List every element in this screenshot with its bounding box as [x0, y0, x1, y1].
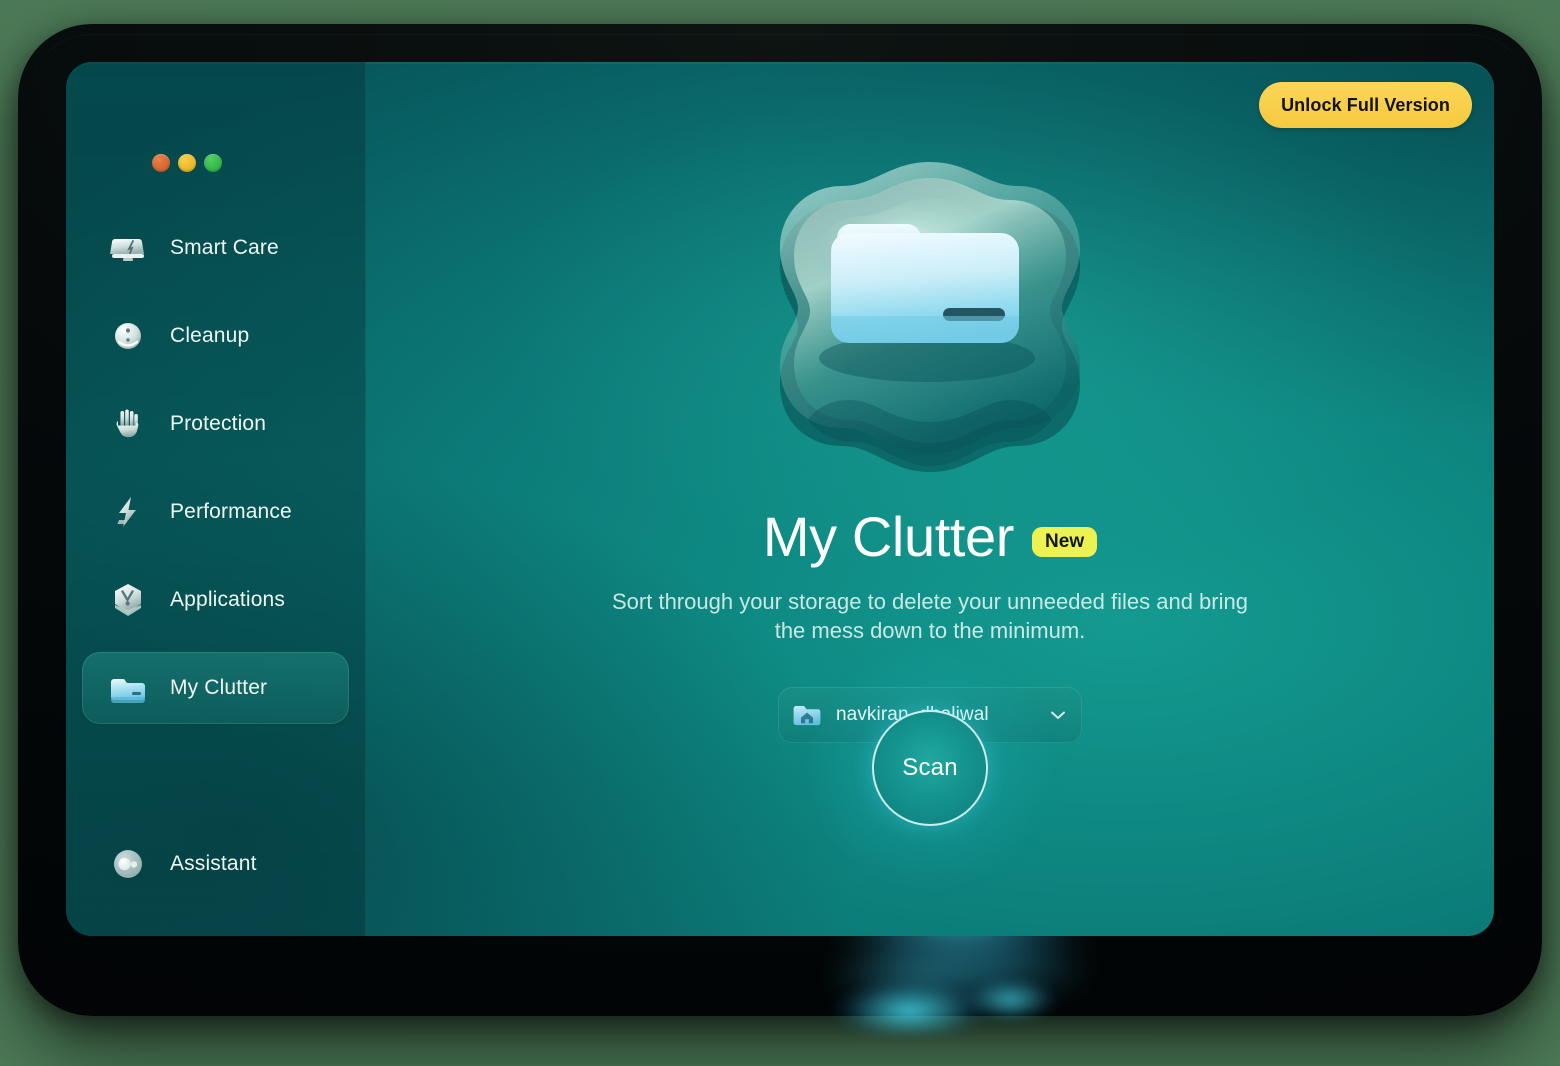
sidebar-item-label: Cleanup	[170, 324, 250, 347]
page-title-row: My Clutter New	[762, 505, 1098, 568]
sidebar-item-applications[interactable]: Applications	[82, 564, 349, 636]
folder-blob-illustration	[715, 120, 1145, 510]
scan-button[interactable]: Scan	[872, 710, 988, 826]
sidebar: Smart Care Cleanup Protection Performanc…	[66, 62, 366, 936]
sidebar-item-label: Smart Care	[170, 236, 279, 259]
sidebar-item-label: Assistant	[170, 852, 257, 875]
app-window: Smart Care Cleanup Protection Performanc…	[66, 62, 1494, 936]
home-folder-icon	[792, 700, 822, 730]
sidebar-item-cleanup[interactable]: Cleanup	[82, 300, 349, 372]
sidebar-main-nav: Smart Care Cleanup Protection Performanc…	[66, 212, 365, 740]
minimize-button[interactable]	[178, 154, 196, 172]
sidebar-bottom-nav: Assistant	[66, 828, 365, 900]
page-background: Smart Care Cleanup Protection Performanc…	[0, 0, 1560, 1066]
sidebar-item-protection[interactable]: Protection	[82, 388, 349, 460]
sidebar-item-performance[interactable]: Performance	[82, 476, 349, 548]
unlock-full-version-button[interactable]: Unlock Full Version	[1259, 82, 1472, 128]
sidebar-item-label: Applications	[170, 588, 286, 611]
lightning-bolt-icon	[108, 492, 148, 532]
zoom-button[interactable]	[204, 154, 222, 172]
sidebar-item-label: My Clutter	[170, 676, 268, 699]
sidebar-item-smart-care[interactable]: Smart Care	[82, 212, 349, 284]
laptop-care-icon	[108, 228, 148, 268]
assistant-orb-icon	[108, 844, 148, 884]
scan-button-wrap: Scan	[800, 638, 1060, 898]
close-button[interactable]	[152, 154, 170, 172]
cleanup-bot-icon	[108, 316, 148, 356]
app-hexagon-icon	[108, 580, 148, 620]
page-subtitle: Sort through your storage to delete your…	[612, 588, 1248, 643]
hand-shield-icon	[108, 404, 148, 444]
main-content: My Clutter New Sort through your storage…	[366, 62, 1494, 936]
sidebar-item-label: Performance	[170, 500, 292, 523]
window-controls	[152, 154, 222, 172]
sidebar-item-label: Protection	[170, 412, 267, 435]
sidebar-item-assistant[interactable]: Assistant	[82, 828, 349, 900]
new-badge: New	[1032, 527, 1098, 558]
chevron-down-icon[interactable]	[1048, 705, 1068, 725]
page-title: My Clutter	[762, 505, 1015, 568]
folder-icon	[108, 668, 148, 708]
sidebar-item-my-clutter[interactable]: My Clutter	[82, 652, 349, 724]
